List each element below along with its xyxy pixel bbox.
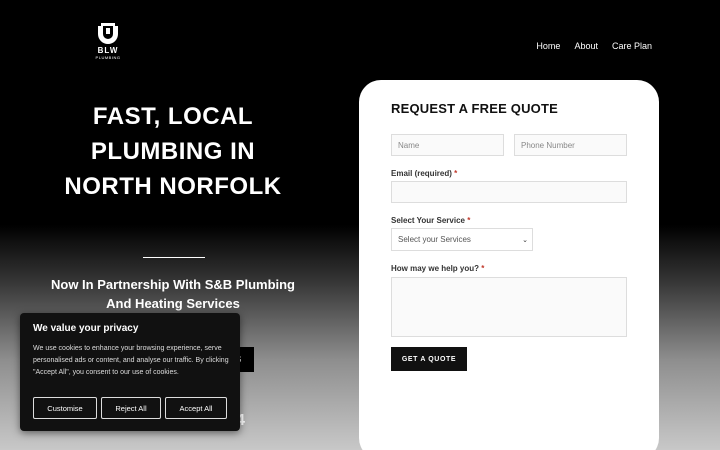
- get-quote-button[interactable]: GET A QUOTE: [391, 347, 467, 371]
- customise-button[interactable]: Customise: [33, 397, 97, 419]
- cookie-text: We use cookies to enhance your browsing …: [33, 345, 229, 376]
- service-label-text: Select Your Service: [391, 216, 465, 225]
- hero-title: FAST, LOCAL PLUMBING IN NORTH NORFOLK: [64, 103, 282, 200]
- accept-all-button[interactable]: Accept All: [165, 397, 227, 419]
- email-label: Email (required) *: [391, 169, 457, 178]
- required-mark: *: [454, 169, 458, 178]
- quote-form-title: REQUEST A FREE QUOTE: [391, 101, 558, 116]
- main-nav: Home About Care Plan: [536, 41, 652, 51]
- chevron-down-icon: ⌄: [522, 236, 528, 244]
- email-input[interactable]: [391, 181, 627, 203]
- service-select[interactable]: Select your Services ⌄: [391, 228, 533, 251]
- message-textarea[interactable]: [391, 277, 627, 337]
- hero-divider: [143, 257, 205, 258]
- help-label: How may we help you? *: [391, 264, 484, 273]
- reject-all-button[interactable]: Reject All: [101, 397, 161, 419]
- required-mark: *: [481, 264, 485, 273]
- name-input[interactable]: Name: [391, 134, 504, 156]
- cookie-title: We value your privacy: [33, 323, 139, 334]
- hero-subtitle: Now In Partnership With S&B Plumbing And…: [51, 277, 295, 311]
- phone-input[interactable]: Phone Number: [514, 134, 627, 156]
- site-logo[interactable]: BLW PLUMBING: [92, 20, 124, 60]
- service-select-value: Select your Services: [398, 235, 471, 244]
- nav-about[interactable]: About: [574, 41, 598, 51]
- cookie-banner: We value your privacy We use cookies to …: [20, 313, 240, 431]
- email-label-text: Email (required): [391, 169, 452, 178]
- nav-care-plan[interactable]: Care Plan: [612, 41, 652, 51]
- quote-form-card: REQUEST A FREE QUOTE Name Phone Number E…: [359, 80, 659, 450]
- logo-sub-text: PLUMBING: [95, 55, 121, 60]
- required-mark: *: [467, 216, 471, 225]
- service-label: Select Your Service *: [391, 216, 470, 225]
- help-label-text: How may we help you?: [391, 264, 480, 273]
- nav-home[interactable]: Home: [536, 41, 560, 51]
- logo-brand-text: BLW: [97, 46, 119, 55]
- plumbing-logo-icon: [98, 23, 118, 44]
